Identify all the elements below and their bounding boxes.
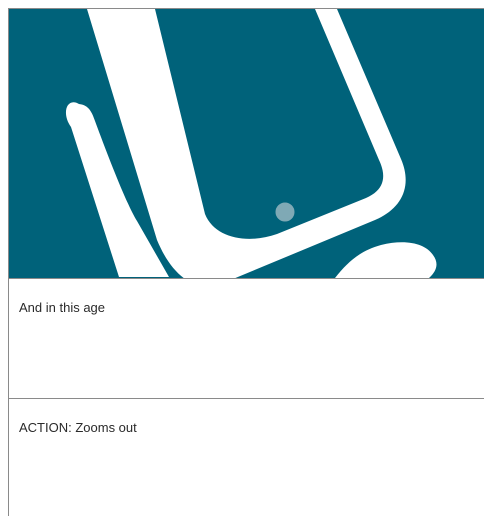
action-text: ACTION: Zooms out — [19, 420, 137, 435]
dialogue-text: And in this age — [19, 300, 106, 315]
action-panel: ACTION: Zooms out — [9, 398, 484, 517]
home-button-icon — [272, 199, 298, 225]
storyboard-illustration — [9, 9, 484, 278]
storyboard-frame: And in this age ACTION: Zooms out — [8, 8, 484, 516]
dialogue-panel: And in this age — [9, 278, 484, 398]
hand-holding-smartphone-icon — [9, 9, 484, 278]
